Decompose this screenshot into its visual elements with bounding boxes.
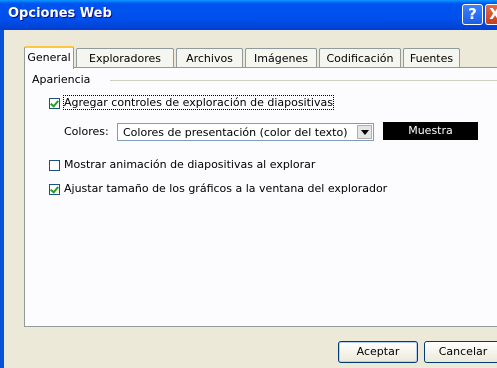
tab-images[interactable]: Imágenes: [245, 48, 317, 68]
add-controls-checkbox[interactable]: [49, 98, 60, 109]
tab-browsers[interactable]: Exploradores: [76, 48, 174, 68]
color-sample: Muestra: [383, 122, 478, 140]
resize-graphics-checkbox[interactable]: [49, 184, 60, 195]
show-animation-checkbox[interactable]: [49, 160, 60, 171]
colors-selected-value: Colores de presentación (color del texto…: [123, 126, 348, 139]
group-divider: [110, 80, 497, 81]
colors-dropdown[interactable]: Colores de presentación (color del texto…: [117, 123, 374, 141]
colors-label: Colores:: [64, 125, 109, 138]
add-controls-label[interactable]: Agregar controles de exploración de diap…: [63, 95, 334, 110]
tab-encoding[interactable]: Codificación: [319, 48, 401, 68]
chevron-down-icon[interactable]: [357, 125, 372, 139]
ok-button[interactable]: Aceptar: [338, 341, 418, 363]
appearance-group-label: Apariencia: [32, 73, 97, 86]
tab-fonts[interactable]: Fuentes: [403, 48, 460, 68]
close-button[interactable]: X: [485, 4, 497, 25]
help-button[interactable]: ?: [462, 4, 483, 25]
tab-general[interactable]: General: [24, 46, 74, 69]
show-animation-label[interactable]: Mostrar animación de diapositivas al exp…: [64, 158, 315, 171]
cancel-button[interactable]: Cancelar: [424, 341, 497, 363]
title-bar[interactable]: Opciones Web ? X: [0, 0, 497, 30]
tab-files[interactable]: Archivos: [176, 48, 243, 68]
resize-graphics-label[interactable]: Ajustar tamaño de los gráficos a la vent…: [64, 182, 387, 195]
window-title: Opciones Web: [8, 6, 112, 21]
